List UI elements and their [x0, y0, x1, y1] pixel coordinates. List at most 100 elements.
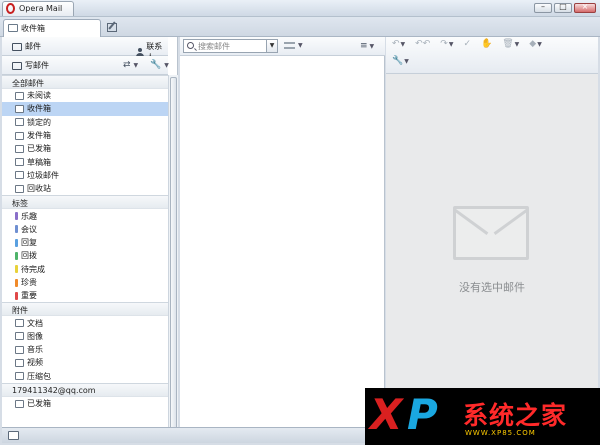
sent-icon — [15, 399, 24, 408]
delete-button[interactable]: 🗑 ▼ — [502, 39, 519, 49]
attachment-video[interactable]: 视频 — [2, 356, 168, 369]
chevron-down-icon: ▼ — [369, 42, 375, 50]
folder-pinned[interactable]: 锁定的 — [2, 116, 168, 129]
folder-outbox[interactable]: 发件箱 — [2, 129, 168, 142]
compose-label: 写邮件 — [25, 61, 49, 70]
mail-view-button[interactable]: 邮件 — [12, 41, 41, 52]
tab-inbox[interactable]: 收件箱 — [3, 19, 101, 37]
message-tools-row: 🔧 ▼ — [392, 56, 409, 66]
trash-icon — [15, 184, 24, 193]
chevron-down-icon: ▼ — [404, 57, 409, 65]
toggle-panel-button[interactable] — [8, 431, 19, 440]
maximize-button[interactable]: □ — [554, 2, 572, 13]
tab-bar: 收件箱 — [0, 17, 600, 37]
new-message-tab-button[interactable] — [106, 21, 120, 34]
sidebar-scrollbar[interactable] — [168, 75, 178, 432]
wrench-icon: 🔧 — [392, 56, 404, 66]
inbox-icon — [8, 24, 18, 32]
close-icon: × — [581, 2, 589, 11]
label-valuable[interactable]: 珍贵 — [2, 276, 168, 289]
label-color-icon — [15, 251, 18, 260]
scrollbar-thumb[interactable] — [170, 77, 177, 432]
compose-icon — [12, 61, 22, 70]
watermark-subtext: WWW.XP85.COM — [465, 429, 536, 437]
message-actions-row: ↶ ▼ ↶↶ ↷ ▼ ✓ ✋ 🗑 ▼ ◆ ▼ — [392, 39, 542, 49]
message-list-toolbar: ▼ ▼ ≡ ▼ — [180, 37, 385, 56]
search-input[interactable] — [198, 40, 266, 52]
search-box: ▼ — [183, 39, 278, 53]
attachment-documents[interactable]: 文档 — [2, 316, 168, 329]
section-labels[interactable]: 标签 — [2, 195, 168, 210]
attachment-music[interactable]: 音乐 — [2, 343, 168, 356]
spam-button[interactable]: ✋ — [481, 39, 492, 49]
label-color-icon — [15, 265, 18, 274]
settings-button[interactable]: 🔧 ▼ — [150, 60, 169, 70]
check-icon: ✓ — [463, 39, 471, 49]
tab-label: 收件箱 — [21, 24, 45, 33]
label-callback[interactable]: 回拨 — [2, 249, 168, 262]
label-todo[interactable]: 待完成 — [2, 263, 168, 276]
list-view-icon — [284, 42, 295, 49]
attachment-images[interactable]: 图像 — [2, 330, 168, 343]
video-icon — [15, 358, 24, 367]
sidebar: 邮件 联系人 写邮件 ⇄ ▼ 🔧 ▼ 全部邮件 未阅读 收件箱 锁定的 发件箱 … — [2, 37, 178, 432]
label-color-icon — [15, 291, 18, 300]
search-icon — [187, 42, 194, 49]
message-preview-pane: ↶ ▼ ↶↶ ↷ ▼ ✓ ✋ 🗑 ▼ ◆ ▼ 🔧 ▼ 没有选中邮件 — [386, 37, 598, 427]
forward-icon: ↷ — [440, 39, 448, 49]
close-button[interactable]: × — [574, 2, 596, 13]
compose-button[interactable]: 写邮件 — [12, 60, 49, 71]
document-icon — [15, 319, 24, 328]
sync-icon: ⇄ — [123, 60, 131, 70]
filter-icon: ≡ — [360, 41, 368, 51]
image-icon — [15, 332, 24, 341]
section-account[interactable]: 179411342@qq.com — [2, 382, 168, 397]
reply-all-icon: ↶↶ — [415, 39, 431, 49]
label-important[interactable]: 重要 — [2, 289, 168, 302]
chevron-down-icon: ▼ — [164, 61, 169, 69]
wrench-icon: 🔧 — [150, 60, 162, 70]
reply-icon: ↶ — [392, 39, 400, 49]
section-all-mail[interactable]: 全部邮件 — [2, 75, 168, 89]
label-reply[interactable]: 回复 — [2, 236, 168, 249]
reply-all-button[interactable]: ↶↶ — [415, 39, 430, 49]
minimize-icon: – — [541, 2, 545, 11]
folder-inbox[interactable]: 收件箱 — [2, 102, 168, 116]
label-fun[interactable]: 乐趣 — [2, 209, 168, 222]
reply-button[interactable]: ↶ ▼ — [392, 39, 405, 49]
pencil-icon — [15, 158, 24, 167]
folder-unread[interactable]: 未阅读 — [2, 89, 168, 102]
minimize-button[interactable]: – — [534, 2, 552, 13]
account-folder-sent[interactable]: 已发箱 — [2, 397, 168, 410]
filter-button[interactable]: ≡ ▼ — [360, 41, 374, 51]
message-toolbar: ↶ ▼ ↶↶ ↷ ▼ ✓ ✋ 🗑 ▼ ◆ ▼ 🔧 ▼ — [386, 37, 598, 74]
sidebar-actions: 写邮件 ⇄ ▼ 🔧 ▼ — [2, 56, 169, 75]
hand-icon: ✋ — [480, 39, 493, 49]
view-options-button[interactable]: ▼ — [284, 42, 303, 49]
mark-read-button[interactable]: ✓ — [463, 39, 471, 49]
chevron-down-icon: ▼ — [400, 40, 406, 48]
app-menu-button[interactable]: Opera Mail — [2, 1, 74, 16]
app-title: Opera Mail — [19, 4, 63, 13]
sync-button[interactable]: ⇄ ▼ — [123, 60, 138, 70]
message-tools-button[interactable]: 🔧 ▼ — [392, 56, 409, 66]
pin-icon — [15, 118, 24, 127]
label-color-icon — [15, 238, 18, 247]
watermark-text: 系统之家 — [463, 401, 568, 430]
section-attachments[interactable]: 附件 — [2, 302, 168, 317]
folder-drafts[interactable]: 草稿箱 — [2, 155, 168, 168]
chevron-down-icon: ▼ — [133, 61, 139, 69]
attachment-archives[interactable]: 压缩包 — [2, 370, 168, 383]
folder-list: 全部邮件 未阅读 收件箱 锁定的 发件箱 已发箱 草稿箱 垃圾邮件 回收站 标签… — [2, 75, 168, 427]
folder-trash[interactable]: 回收站 — [2, 182, 168, 195]
folder-sent[interactable]: 已发箱 — [2, 142, 168, 155]
inbox-icon — [15, 104, 24, 113]
label-color-icon — [15, 278, 18, 287]
search-options-dropdown[interactable]: ▼ — [266, 40, 277, 52]
label-meeting[interactable]: 会议 — [2, 223, 168, 236]
folder-spam[interactable]: 垃圾邮件 — [2, 169, 168, 182]
forward-button[interactable]: ↷ ▼ — [440, 39, 453, 49]
hand-icon — [15, 171, 24, 180]
label-button[interactable]: ◆ ▼ — [529, 39, 542, 49]
maximize-icon: □ — [559, 2, 567, 11]
